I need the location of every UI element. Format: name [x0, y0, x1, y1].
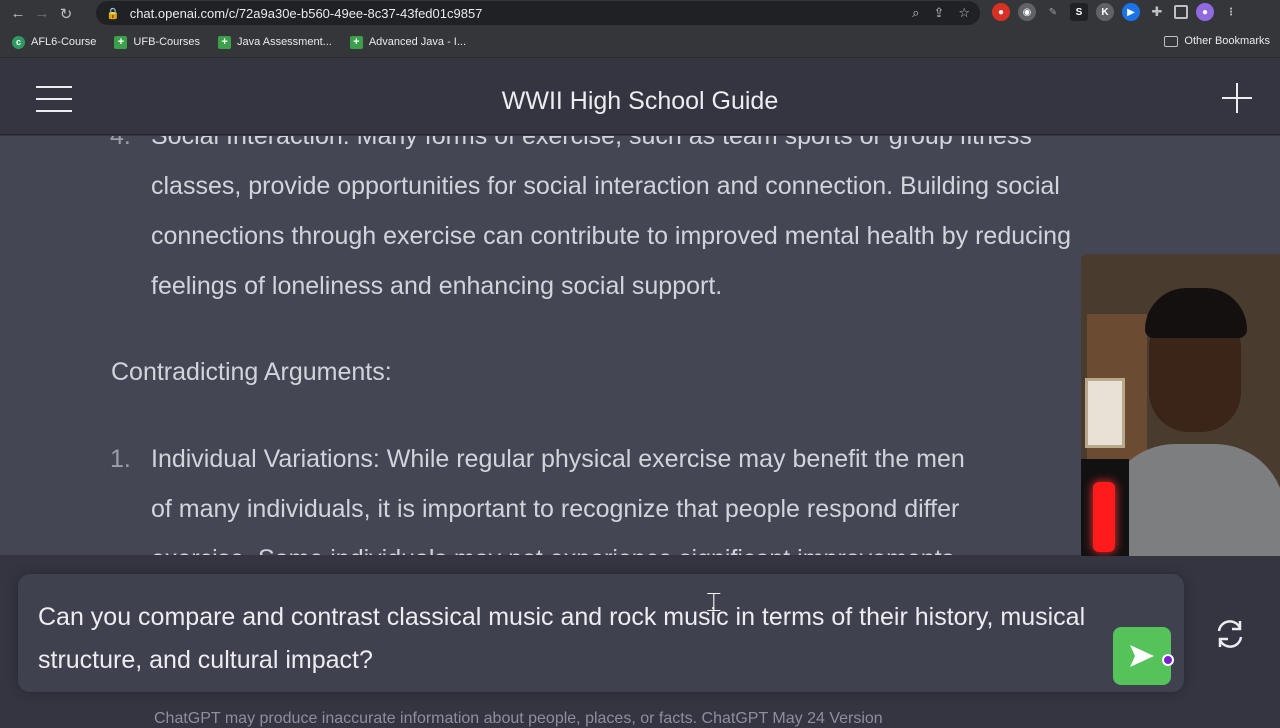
bookmark-label: AFL6-Course [31, 36, 97, 48]
bookmark-label: Advanced Java - I... [368, 36, 467, 48]
section-heading: Contradicting Arguments: [111, 358, 392, 386]
microphone-light [1093, 482, 1115, 552]
bookmark-logo-icon: c [12, 35, 25, 49]
picture-frame [1085, 378, 1125, 448]
presenter-hair [1145, 288, 1247, 338]
extension-circle-icon[interactable]: ◉ [1018, 3, 1036, 21]
bookmark-plus-icon: + [349, 35, 363, 49]
input-area: Can you compare and contrast classical m… [0, 556, 1280, 720]
extensions-row: ● ◉ ✎ S K ▶ ✚ ● ⋮ [992, 3, 1240, 21]
message-input-text[interactable]: Can you compare and contrast classical m… [38, 596, 1088, 682]
other-bookmarks[interactable]: Other Bookmarks [1164, 35, 1270, 47]
extension-red-icon[interactable]: ● [992, 3, 1010, 21]
list-number: 1. [110, 445, 131, 473]
bookmarks-bar: c AFL6-Course + UFB-Courses + Java Asses… [0, 27, 1280, 58]
bookmark-label: UFB-Courses [133, 36, 201, 48]
response-line: of many individuals, it is important to … [151, 495, 960, 523]
presenter-shirt [1105, 444, 1280, 560]
message-input[interactable]: Can you compare and contrast classical m… [18, 574, 1184, 692]
notification-dot [1162, 654, 1174, 666]
extension-k-icon[interactable]: K [1096, 3, 1114, 21]
response-line: classes, provide opportunities for socia… [151, 172, 1060, 200]
url-text: chat.openai.com/c/72a9a30e-b560-49ee-8c3… [129, 5, 483, 21]
response-line: connections through exercise can contrib… [151, 222, 1071, 250]
bookmark-label: Java Assessment... [237, 36, 332, 48]
send-icon [1130, 645, 1154, 667]
back-icon[interactable]: ← [6, 2, 30, 26]
list-number: 4. [110, 136, 131, 150]
new-chat-icon[interactable] [1220, 81, 1254, 115]
extension-pen-icon[interactable]: ✎ [1044, 3, 1062, 21]
bookmark-ufb[interactable]: + UFB-Courses [114, 35, 201, 49]
extension-blue-icon[interactable]: ▶ [1122, 3, 1140, 21]
browser-toolbar: ← → ↻ 🔒 chat.openai.com/c/72a9a30e-b560-… [0, 0, 1280, 27]
lock-icon: 🔒 [106, 7, 120, 20]
bookmark-afl6[interactable]: c AFL6-Course [12, 35, 97, 49]
response-line: feelings of loneliness and enhancing soc… [151, 272, 723, 300]
page-title: WWII High School Guide [501, 87, 779, 115]
response-line: exercise. Some individuals may not exper… [151, 545, 954, 555]
star-icon[interactable]: ☆ [958, 5, 970, 21]
menu-dots-icon[interactable]: ⋮ [1222, 3, 1240, 21]
zoom-icon[interactable]: ⌕ [912, 5, 919, 21]
share-icon[interactable]: ⇪ [933, 5, 944, 21]
bookmark-plus-icon: + [218, 35, 232, 49]
other-bookmarks-label: Other Bookmarks [1184, 35, 1270, 47]
footer-disclaimer: ChatGPT may produce inaccurate informati… [154, 710, 883, 727]
text-cursor-icon: ⌶ [706, 588, 722, 618]
bookmark-java-assessment[interactable]: + Java Assessment... [218, 35, 332, 49]
puzzle-icon[interactable]: ✚ [1148, 3, 1166, 21]
response-line: Social Interaction: Many forms of exerci… [151, 136, 1032, 150]
reload-icon[interactable]: ↻ [54, 2, 78, 26]
sidepanel-icon[interactable] [1174, 5, 1188, 19]
folder-icon [1164, 35, 1179, 47]
extension-s-icon[interactable]: S [1070, 3, 1088, 21]
bookmark-advanced-java[interactable]: + Advanced Java - I... [349, 35, 467, 49]
regenerate-icon[interactable] [1213, 617, 1247, 651]
bookmark-plus-icon: + [114, 35, 128, 49]
app-header: WWII High School Guide [0, 59, 1280, 135]
response-line: Individual Variations: While regular phy… [151, 445, 965, 473]
address-bar[interactable]: 🔒 chat.openai.com/c/72a9a30e-b560-49ee-8… [96, 1, 980, 25]
forward-icon[interactable]: → [30, 2, 54, 26]
profile-avatar[interactable]: ● [1196, 3, 1214, 21]
webcam-overlay [1081, 254, 1280, 560]
